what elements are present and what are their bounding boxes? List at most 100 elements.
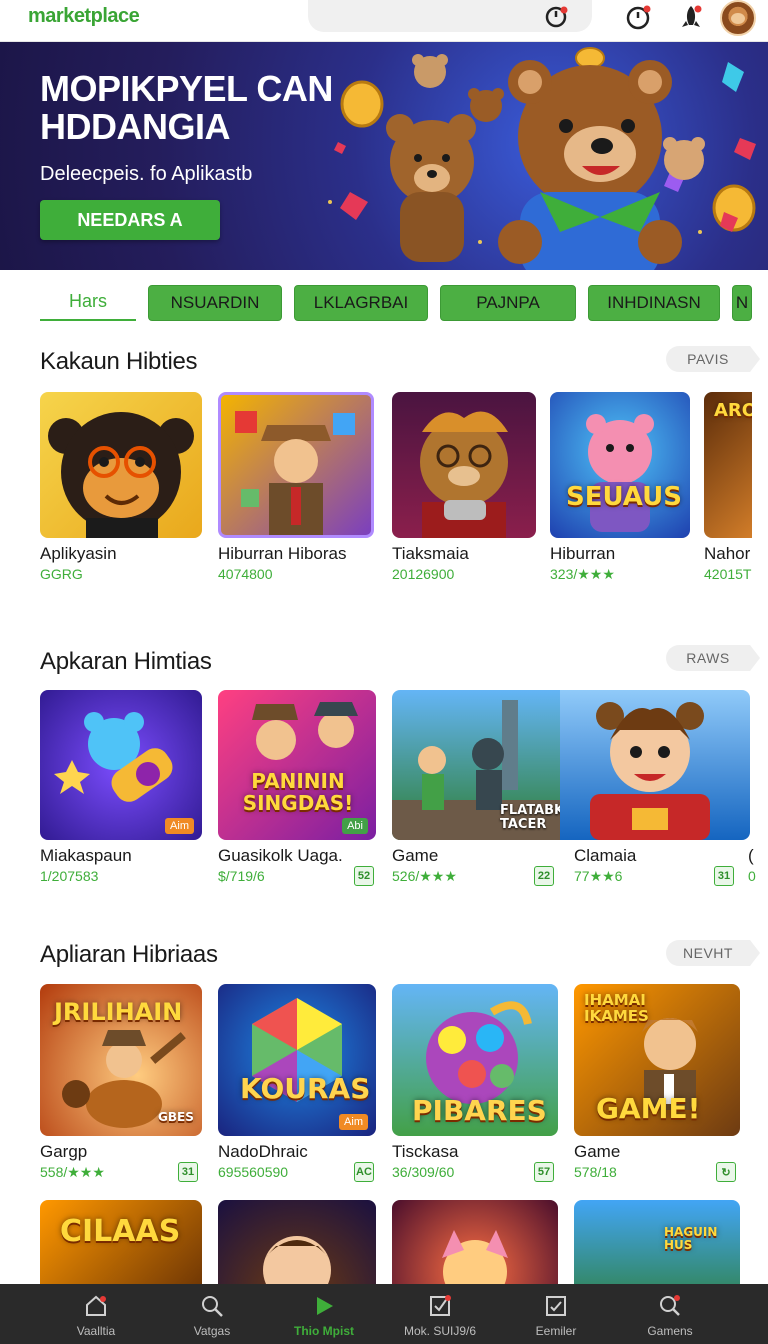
marketplace-screen: marketplace MOPIKPYEL CAN HDDANGIA Delee…: [0, 0, 768, 1344]
app-badge: 31: [714, 866, 734, 886]
thumbnail-title: ARO: [714, 400, 752, 421]
play-icon: [310, 1292, 338, 1320]
nav-item-edit[interactable]: Eemiler: [492, 1284, 620, 1344]
nav-item-games[interactable]: Gamens: [606, 1284, 734, 1344]
app-meta: 4074800: [218, 566, 273, 582]
app-card[interactable]: Clamaia 77★★6 31: [560, 690, 750, 886]
app-card[interactable]: HAGUIN HUS: [574, 1200, 740, 1284]
nav-item-play[interactable]: Thio Mpist: [260, 1284, 388, 1344]
app-name: Guasikolk Uaga.: [218, 846, 343, 865]
user-avatar[interactable]: [720, 0, 756, 36]
thumbnail-title: PANININ SINGDAS!: [242, 769, 354, 815]
app-name: Nahor: [704, 544, 751, 563]
app-meta: 36/309/60: [392, 1164, 455, 1180]
hero-subtitle: Deleecpeis. fo Aplikastb: [40, 163, 253, 185]
nav-item-home[interactable]: Vaalltia: [32, 1284, 160, 1344]
app-card[interactable]: PIBARES Tisckasa 36/309/60 57: [392, 984, 558, 1182]
app-thumbnail: [392, 1200, 558, 1284]
nav-label: Vatgas: [193, 1324, 231, 1338]
thumbnail-title: HAGUIN HUS: [664, 1225, 718, 1252]
app-card[interactable]: PANININ SINGDAS! Abi Guasikolk Uaga. $/7…: [218, 690, 376, 886]
nav-label: Vaalltia: [76, 1324, 116, 1338]
app-meta: 323/★★★: [550, 566, 615, 582]
nav-label: Thio Mpist: [294, 1324, 354, 1338]
app-meta: 77★★6: [574, 868, 623, 884]
clock-icon[interactable]: [624, 2, 654, 32]
tab-2[interactable]: LKLAGRBAI: [294, 285, 428, 321]
thumbnail-title: KOURAS: [240, 1072, 371, 1105]
app-card[interactable]: [392, 1200, 558, 1284]
thumbnail-title: CILAAS: [60, 1214, 181, 1249]
app-meta: 558/★★★: [40, 1164, 105, 1180]
nav-item-tasks[interactable]: Mok. SUIJ9/6: [376, 1284, 504, 1344]
app-card[interactable]: FLATABK TACER Game 526/★★★ 22: [392, 690, 560, 886]
app-thumbnail: SEUAUS: [550, 392, 690, 538]
tab-3[interactable]: PAJNPA: [440, 285, 576, 321]
app-card[interactable]: [218, 1200, 376, 1284]
app-card[interactable]: Hiburran Hiboras 4074800: [218, 392, 374, 592]
thumbnail-title: PIBARES: [412, 1094, 547, 1127]
app-thumbnail: CILAAS: [40, 1200, 202, 1284]
app-card[interactable]: SEUAUS Hiburran 323/★★★: [550, 392, 690, 592]
search-bar[interactable]: [308, 0, 592, 32]
app-card[interactable]: ( 0: [748, 846, 768, 886]
app-badge: 31: [178, 1162, 198, 1182]
app-badge: 57: [534, 1162, 554, 1182]
nav-label: Mok. SUIJ9/6: [403, 1324, 477, 1338]
section-title-2: Apkaran Himtias: [40, 648, 212, 675]
app-meta: 578/18: [574, 1164, 617, 1180]
app-name: Hiburran Hiboras: [218, 544, 347, 563]
app-card[interactable]: Aim Miakaspaun 1/207583: [40, 690, 202, 886]
app-card[interactable]: Tiaksmaia 20126900: [392, 392, 536, 592]
rocket-icon[interactable]: [676, 2, 706, 32]
see-all-button-3[interactable]: NEVHT: [666, 940, 760, 966]
category-tabs: Hars NSUARDIN LKLAGRBAI PAJNPA INHDINASN…: [0, 283, 768, 323]
see-all-button-2[interactable]: RAWS: [666, 645, 760, 671]
section-title-1: Kakaun Hibties: [40, 348, 198, 375]
app-badge: 52: [354, 866, 374, 886]
hero-cta-button[interactable]: NEEDARS A: [40, 200, 220, 240]
section-title-3: Apliaran Hibriaas: [40, 941, 218, 968]
tab-1[interactable]: NSUARDIN: [148, 285, 282, 321]
hero-banner[interactable]: MOPIKPYEL CAN HDDANGIA Deleecpeis. fo Ap…: [0, 42, 768, 270]
tab-4[interactable]: INHDINASN: [588, 285, 720, 321]
app-name: Game: [574, 1142, 621, 1161]
tab-active[interactable]: Hars: [40, 283, 136, 321]
app-logo[interactable]: marketplace: [28, 5, 140, 28]
app-meta: 20126900: [392, 566, 455, 582]
tab-5[interactable]: N: [732, 285, 752, 321]
app-thumbnail: IHAMAI IKAMES GAME!: [574, 984, 740, 1136]
app-card[interactable]: JRILIHAIN GBES Gargp 558/★★★ 31: [40, 984, 202, 1182]
app-thumbnail: PANININ SINGDAS! Abi: [218, 690, 376, 840]
app-tag: Aim: [165, 818, 194, 834]
app-thumbnail: [218, 1200, 376, 1284]
app-card[interactable]: ARO Nahor 42015T: [704, 392, 752, 592]
thumbnail-subtitle: IHAMAI IKAMES: [584, 991, 649, 1025]
see-all-button-1[interactable]: PAVIS: [666, 346, 760, 372]
app-card[interactable]: KOURAS Aim NadoDhraic 695560590 AC: [218, 984, 376, 1182]
nav-label: Gamens: [647, 1324, 693, 1338]
thumbnail-subtitle: GBES: [158, 1110, 194, 1124]
nav-label: Eemiler: [535, 1324, 577, 1338]
bear-face-icon: [731, 13, 745, 24]
app-thumbnail: Aim: [40, 690, 202, 840]
app-card[interactable]: Aplikyasin GGRG: [40, 392, 202, 592]
search-icon: [198, 1292, 226, 1320]
app-thumbnail: JRILIHAIN GBES: [40, 984, 202, 1136]
timer-icon[interactable]: [544, 4, 570, 35]
app-meta: 1/207583: [40, 868, 99, 884]
app-thumbnail: [560, 690, 750, 840]
app-badge: ↻: [716, 1162, 736, 1182]
app-card[interactable]: CILAAS: [40, 1200, 202, 1284]
app-meta: GGRG: [40, 566, 83, 582]
app-thumbnail: [40, 392, 202, 538]
app-card[interactable]: IHAMAI IKAMES GAME! Game 578/18 ↻: [574, 984, 740, 1182]
top-bar: marketplace: [0, 0, 768, 42]
nav-item-search[interactable]: Vatgas: [148, 1284, 276, 1344]
edit-box-icon: [542, 1292, 570, 1320]
app-meta: $/719/6: [218, 868, 265, 884]
thumbnail-title: JRILIHAIN: [54, 998, 183, 1026]
app-name: Tiaksmaia: [392, 544, 469, 563]
app-name: NadoDhraic: [218, 1142, 308, 1161]
hero-title: MOPIKPYEL CAN HDDANGIA: [40, 68, 333, 147]
